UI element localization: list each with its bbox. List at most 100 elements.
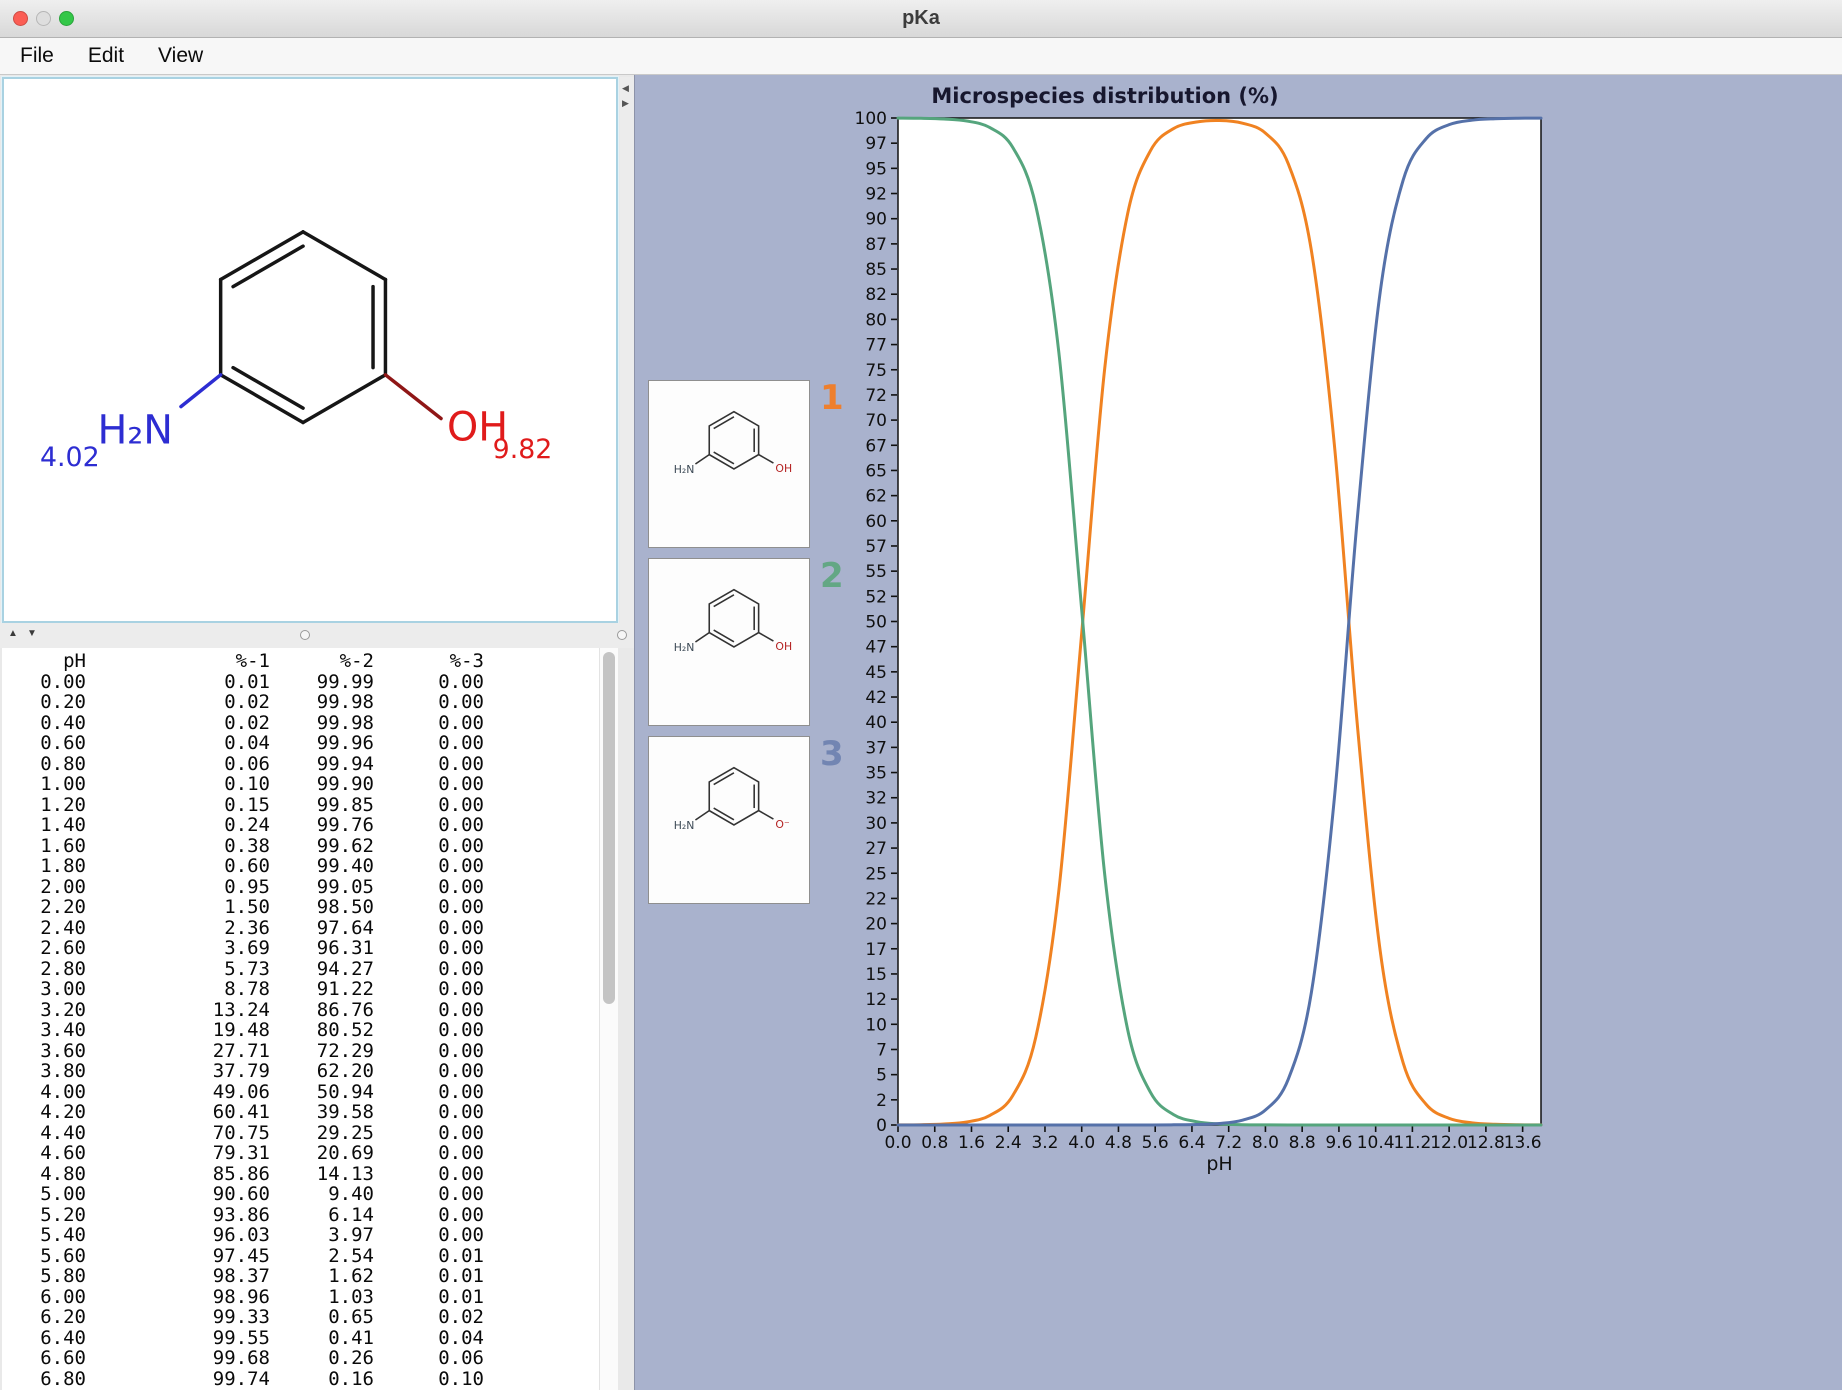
table-row[interactable]: 2.805.7394.270.00 bbox=[8, 959, 484, 980]
table-row[interactable]: 5.4096.033.970.00 bbox=[8, 1225, 484, 1246]
menu-item-file[interactable]: File bbox=[20, 44, 54, 68]
table-row[interactable]: 2.402.3697.640.00 bbox=[8, 918, 484, 939]
table-row[interactable]: 5.2093.866.140.00 bbox=[8, 1205, 484, 1226]
table-cell: 0.00 bbox=[374, 1061, 484, 1082]
table-row[interactable]: 4.6079.3120.690.00 bbox=[8, 1143, 484, 1164]
table-cell: 14.13 bbox=[270, 1164, 374, 1185]
table-row[interactable]: 0.000.0199.990.00 bbox=[8, 672, 484, 693]
table-cell: 2.00 bbox=[8, 877, 86, 898]
table-cell: 1.62 bbox=[270, 1266, 374, 1287]
table-cell: 99.94 bbox=[270, 754, 374, 775]
table-cell: 2.54 bbox=[270, 1246, 374, 1267]
microspecies-thumbnail-3[interactable]: H₂N O⁻ bbox=[648, 736, 810, 904]
table-row[interactable]: 1.800.6099.400.00 bbox=[8, 856, 484, 877]
table-cell: 0.00 bbox=[374, 836, 484, 857]
mini-amine-label: H₂N bbox=[674, 463, 695, 476]
table-row[interactable]: 6.0098.961.030.01 bbox=[8, 1287, 484, 1308]
table-cell: 0.00 bbox=[374, 795, 484, 816]
y-tick-label: 80 bbox=[865, 310, 887, 330]
table-cell: 3.80 bbox=[8, 1061, 86, 1082]
y-tick-label: 87 bbox=[865, 235, 887, 255]
expand-down-icon[interactable]: ▼ bbox=[27, 628, 37, 639]
microspecies-structure-2: H₂N OH bbox=[649, 559, 809, 725]
table-cell: 3.97 bbox=[270, 1225, 374, 1246]
table-row[interactable]: 1.600.3899.620.00 bbox=[8, 836, 484, 857]
table-row[interactable]: 0.600.0499.960.00 bbox=[8, 733, 484, 754]
mini-benzene-ring bbox=[695, 590, 773, 647]
table-row[interactable]: 5.0090.609.400.00 bbox=[8, 1184, 484, 1205]
table-cell: 49.06 bbox=[86, 1082, 270, 1103]
table-row[interactable]: 3.6027.7172.290.00 bbox=[8, 1041, 484, 1062]
y-tick-label: 2 bbox=[876, 1091, 887, 1111]
table-scrollbar-thumb[interactable] bbox=[603, 652, 615, 1004]
y-tick-label: 25 bbox=[865, 864, 887, 884]
table-cell: 0.00 bbox=[374, 1164, 484, 1185]
table-row[interactable]: 2.201.5098.500.00 bbox=[8, 897, 484, 918]
table-row[interactable]: 2.603.6996.310.00 bbox=[8, 938, 484, 959]
table-row[interactable]: 6.8099.740.160.10 bbox=[8, 1369, 484, 1390]
table-row[interactable]: 3.8037.7962.200.00 bbox=[8, 1061, 484, 1082]
table-row[interactable]: 3.4019.4880.520.00 bbox=[8, 1020, 484, 1041]
species-table-panel: pH %-1 %-2 %-3 0.000.0199.990.000.200.02… bbox=[2, 648, 618, 1390]
table-cell: 0.00 bbox=[374, 1082, 484, 1103]
table-cell: 99.99 bbox=[270, 672, 374, 693]
table-cell: 0.10 bbox=[374, 1369, 484, 1390]
table-cell: 0.00 bbox=[374, 1020, 484, 1041]
table-cell: 0.00 bbox=[374, 1041, 484, 1062]
column-header-ph: pH bbox=[8, 651, 86, 672]
table-row[interactable]: 4.4070.7529.250.00 bbox=[8, 1123, 484, 1144]
expand-up-icon[interactable]: ▲ bbox=[8, 628, 18, 639]
divider-knob[interactable] bbox=[300, 630, 310, 640]
table-row[interactable]: 1.200.1599.850.00 bbox=[8, 795, 484, 816]
microspecies-thumbnail-1[interactable]: H₂N OH bbox=[648, 380, 810, 548]
table-cell: 0.00 bbox=[374, 918, 484, 939]
table-row[interactable]: 5.6097.452.540.01 bbox=[8, 1246, 484, 1267]
table-cell: 0.02 bbox=[374, 1307, 484, 1328]
table-row[interactable]: 3.008.7891.220.00 bbox=[8, 979, 484, 1000]
table-cell: 1.80 bbox=[8, 856, 86, 877]
table-cell: 0.00 bbox=[374, 774, 484, 795]
divider-knob-right[interactable] bbox=[617, 630, 627, 640]
structure-scrollbar[interactable]: ◀ ▶ bbox=[620, 77, 634, 623]
scroll-left-icon[interactable]: ◀ bbox=[622, 82, 629, 94]
y-tick-label: 72 bbox=[865, 386, 887, 406]
table-row[interactable]: 6.4099.550.410.04 bbox=[8, 1328, 484, 1349]
table-cell: 6.20 bbox=[8, 1307, 86, 1328]
table-cell: 0.00 bbox=[374, 754, 484, 775]
table-row[interactable]: 0.200.0299.980.00 bbox=[8, 692, 484, 713]
ring-bond bbox=[221, 375, 303, 423]
table-cell: 1.20 bbox=[8, 795, 86, 816]
amine-bond bbox=[181, 375, 221, 407]
y-tick-label: 95 bbox=[865, 159, 887, 179]
x-tick-label: 8.0 bbox=[1252, 1133, 1279, 1153]
table-row[interactable]: 6.6099.680.260.06 bbox=[8, 1348, 484, 1369]
window-titlebar[interactable]: pKa bbox=[0, 0, 1842, 38]
table-row[interactable]: 0.400.0299.980.00 bbox=[8, 713, 484, 734]
table-row[interactable]: 2.000.9599.050.00 bbox=[8, 877, 484, 898]
y-tick-label: 45 bbox=[865, 663, 887, 683]
table-row[interactable]: 0.800.0699.940.00 bbox=[8, 754, 484, 775]
table-cell: 0.01 bbox=[374, 1246, 484, 1267]
hydroxyl-bond bbox=[385, 375, 441, 419]
table-row[interactable]: 5.8098.371.620.01 bbox=[8, 1266, 484, 1287]
table-row[interactable]: 3.2013.2486.760.00 bbox=[8, 1000, 484, 1021]
table-cell: 5.73 bbox=[86, 959, 270, 980]
menu-item-edit[interactable]: Edit bbox=[88, 44, 124, 68]
table-row[interactable]: 1.400.2499.760.00 bbox=[8, 815, 484, 836]
split-divider[interactable]: ▲ ▼ bbox=[0, 623, 634, 648]
x-tick-label: 3.2 bbox=[1031, 1133, 1058, 1153]
scroll-right-icon[interactable]: ▶ bbox=[622, 97, 629, 109]
menu-item-view[interactable]: View bbox=[158, 44, 203, 68]
table-scrollbar[interactable] bbox=[599, 648, 618, 1390]
table-row[interactable]: 6.2099.330.650.02 bbox=[8, 1307, 484, 1328]
y-tick-label: 67 bbox=[865, 436, 887, 456]
table-row[interactable]: 4.0049.0650.940.00 bbox=[8, 1082, 484, 1103]
table-cell: 5.60 bbox=[8, 1246, 86, 1267]
microspecies-thumbnail-2[interactable]: H₂N OH bbox=[648, 558, 810, 726]
table-row[interactable]: 1.000.1099.900.00 bbox=[8, 774, 484, 795]
table-cell: 0.00 bbox=[374, 979, 484, 1000]
table-row[interactable]: 4.8085.8614.130.00 bbox=[8, 1164, 484, 1185]
y-tick-label: 55 bbox=[865, 562, 887, 582]
table-row[interactable]: 4.2060.4139.580.00 bbox=[8, 1102, 484, 1123]
species-number-1: 1 bbox=[820, 378, 860, 418]
